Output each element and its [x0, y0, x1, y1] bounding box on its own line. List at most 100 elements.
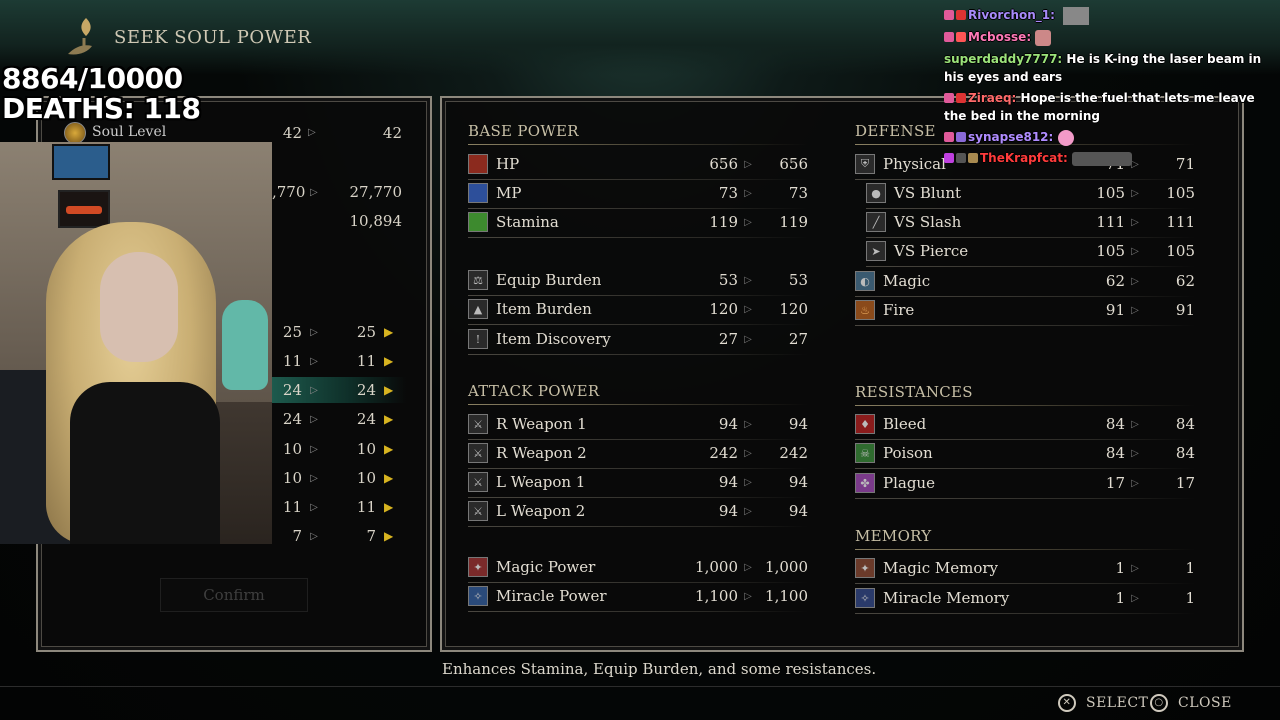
arrow-icon: ▷	[744, 590, 752, 602]
stat-next: 84	[1175, 415, 1195, 433]
souls-next: 27,770	[349, 183, 403, 201]
stat-row-equip-burden: ⚖ Equip Burden 53 ▷ 53	[468, 267, 808, 296]
stat-current: 53	[718, 271, 738, 289]
chat-username: superdaddy7777:	[944, 52, 1063, 66]
stat-label: VS Blunt	[894, 184, 962, 202]
stat-row[interactable]: 10 ▷ 10 ▶	[272, 436, 406, 462]
stat-next: 656	[779, 155, 808, 173]
stat-label: Item Burden	[496, 300, 592, 318]
soul-level-current: 42	[282, 124, 302, 142]
arrow-icon: ▷	[744, 505, 752, 517]
increase-arrow-icon[interactable]: ▶	[384, 325, 398, 339]
chat-emote-icon	[1057, 129, 1074, 146]
cross-button-icon: ✕	[1058, 694, 1076, 712]
close-button[interactable]: ○ CLOSE	[1150, 694, 1232, 712]
stat-current: 10	[282, 469, 302, 487]
stat-current: 242	[709, 444, 738, 462]
stat-row[interactable]: 24 ▷ 24 ▶	[272, 406, 406, 432]
pierce-icon: ➤	[866, 241, 886, 261]
webcam-fireplace	[58, 190, 110, 228]
stat-current: 1,100	[695, 587, 738, 605]
stat-next: 24	[356, 410, 376, 428]
mp-icon	[468, 183, 488, 203]
increase-arrow-icon[interactable]: ▶	[384, 529, 398, 543]
stat-label: MP	[496, 184, 522, 202]
select-button[interactable]: ✕ SELECT	[1058, 694, 1148, 712]
stat-label: Magic Power	[496, 558, 596, 576]
stat-label: VS Pierce	[894, 242, 969, 260]
stat-row[interactable]: 10 ▷ 10 ▶	[272, 465, 406, 491]
stat-current: 11	[282, 498, 302, 516]
arrow-icon: ▷	[744, 274, 752, 286]
stat-row-r-weapon-1: ⚔ R Weapon 1 94 ▷ 94	[468, 411, 808, 440]
increase-arrow-icon[interactable]: ▶	[384, 442, 398, 456]
stat-row[interactable]: 11 ▷ 11 ▶	[272, 494, 406, 520]
stat-row[interactable]: 11 ▷ 11 ▶	[272, 348, 406, 374]
stat-row-item-discovery: ! Item Discovery 27 ▷ 27	[468, 326, 808, 355]
arrow-icon: ▷	[1131, 592, 1139, 604]
arrow-icon: ▷	[310, 413, 318, 425]
stat-row-hp: HP 656 ▷ 656	[468, 151, 808, 180]
stat-next: 94	[788, 415, 808, 433]
stat-current: 24	[282, 410, 302, 428]
stat-current: 73	[718, 184, 738, 202]
increase-arrow-icon[interactable]: ▶	[384, 412, 398, 426]
stat-next: 105	[1166, 242, 1195, 260]
description-text: Enhances Stamina, Equip Burden, and some…	[442, 660, 877, 678]
stat-next: 62	[1175, 272, 1195, 290]
stat-next: 25	[356, 323, 376, 341]
stat-label: Miracle Power	[496, 587, 607, 605]
stat-label: Item Discovery	[496, 330, 611, 348]
stat-next: 91	[1175, 301, 1195, 319]
arrow-icon: ▷	[744, 476, 752, 488]
increase-arrow-icon[interactable]: ▶	[384, 500, 398, 514]
stat-current: 1	[1115, 589, 1125, 607]
arrow-icon: ▷	[744, 158, 752, 170]
chat-message: Mcbosse:	[944, 28, 1280, 46]
webcam-tv	[52, 144, 110, 180]
stat-row[interactable]: 25 ▷ 25 ▶	[272, 319, 406, 345]
miracle-memory-icon: ✧	[855, 588, 875, 608]
souls-current: ,770	[272, 183, 306, 201]
increase-arrow-icon[interactable]: ▶	[384, 471, 398, 485]
chat-username: Rivorchon_1:	[968, 8, 1055, 22]
stat-next: 119	[779, 213, 808, 231]
soul-level-next: 42	[382, 124, 402, 142]
arrow-icon: ▷	[744, 187, 752, 199]
section-resistances: RESISTANCES	[855, 383, 1195, 406]
increase-arrow-icon[interactable]: ▶	[384, 383, 398, 397]
chat-username: Ziraeq:	[968, 91, 1017, 105]
equip-burden-icon: ⚖	[468, 270, 488, 290]
chat-message: superdaddy7777: He is K-ing the laser be…	[944, 50, 1280, 86]
chat-message: Ziraeq: Hope is the fuel that lets me le…	[944, 89, 1280, 125]
stat-row-item-burden: ▲ Item Burden 120 ▷ 120	[468, 296, 808, 325]
stat-label: Stamina	[496, 213, 559, 231]
stat-label: Bleed	[883, 415, 927, 433]
stat-row-l-weapon-1: ⚔ L Weapon 1 94 ▷ 94	[468, 469, 808, 498]
stat-current: 1	[1115, 559, 1125, 577]
soul-level-icon	[64, 122, 86, 144]
souls-required: 10,894	[349, 212, 403, 230]
chat-badge-icon	[944, 93, 954, 103]
stat-next: 111	[1166, 213, 1195, 231]
stat-current: 105	[1096, 242, 1125, 260]
confirm-button[interactable]: Confirm	[160, 578, 308, 612]
arrow-icon: ▷	[310, 443, 318, 455]
stat-current: 94	[718, 502, 738, 520]
stat-row-fire: ♨ Fire 91 ▷ 91	[855, 297, 1195, 326]
stat-current: 119	[709, 213, 738, 231]
stat-current: 17	[1105, 474, 1125, 492]
page-title: SEEK SOUL POWER	[114, 27, 312, 48]
stat-current: 1,000	[695, 558, 738, 576]
stat-row-selected[interactable]: 24 ▷ 24 ▶	[272, 377, 406, 403]
increase-arrow-icon[interactable]: ▶	[384, 354, 398, 368]
arrow-icon: ▷	[1131, 477, 1139, 489]
section-memory: MEMORY	[855, 527, 1193, 550]
stat-row-poison: ☠ Poison 84 ▷ 84	[855, 440, 1195, 469]
chat-badge-icon	[968, 153, 978, 163]
progress-counter: 8864/10000	[2, 62, 183, 95]
stat-row[interactable]: 7 ▷ 7 ▶	[272, 523, 406, 549]
chat-emote-icon	[1063, 6, 1090, 25]
arrow-icon: ▷	[1131, 275, 1139, 287]
item-burden-icon: ▲	[468, 299, 488, 319]
